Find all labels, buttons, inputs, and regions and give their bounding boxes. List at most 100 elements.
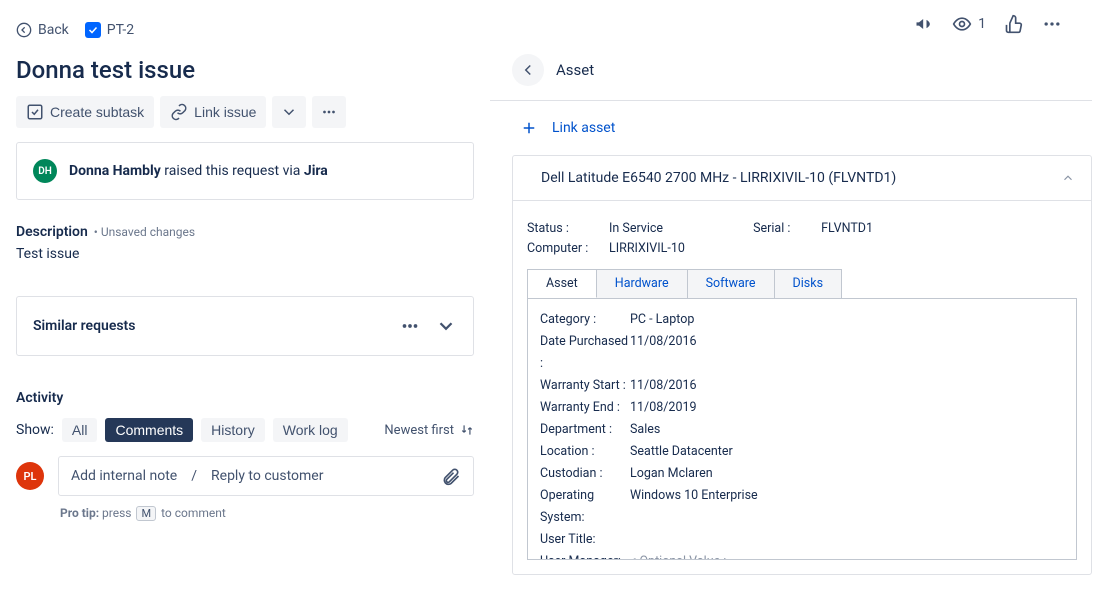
link-issue-button[interactable]: Link issue bbox=[160, 96, 266, 128]
show-label: Show: bbox=[16, 422, 54, 438]
tab-asset[interactable]: Asset bbox=[528, 270, 597, 298]
attachment-icon[interactable] bbox=[441, 466, 461, 486]
link-asset-label: Link asset bbox=[552, 120, 615, 136]
requester-box: DH Donna Hambly raised this request via … bbox=[16, 142, 474, 200]
eye-icon bbox=[952, 14, 972, 34]
comment-input[interactable]: Add internal note / Reply to customer bbox=[58, 456, 474, 496]
watchers-button[interactable]: 1 bbox=[952, 14, 986, 34]
page-title: Donna test issue bbox=[16, 56, 474, 84]
chevron-up-icon bbox=[1061, 171, 1075, 185]
asset-field-row: Operating System:Windows 10 Enterprise bbox=[540, 485, 1064, 529]
dots-icon bbox=[1042, 14, 1062, 34]
sort-button[interactable]: Newest first bbox=[384, 423, 474, 438]
field-key: User Title: bbox=[540, 529, 630, 551]
field-key: Operating System: bbox=[540, 485, 630, 529]
link-issue-dropdown[interactable] bbox=[272, 96, 306, 128]
reply-to-customer[interactable]: Reply to customer bbox=[211, 468, 323, 484]
plus-icon bbox=[520, 119, 538, 137]
filter-comments[interactable]: Comments bbox=[105, 418, 193, 442]
status-key: Status : bbox=[527, 219, 601, 239]
sort-label: Newest first bbox=[384, 423, 454, 438]
filter-history[interactable]: History bbox=[201, 418, 265, 442]
subtask-icon bbox=[26, 103, 44, 121]
arrow-left-icon bbox=[519, 61, 537, 79]
asset-field-row: Warranty Start :11/08/2016 bbox=[540, 375, 1064, 397]
serial-value: FLVNTD1 bbox=[821, 219, 873, 239]
field-key: Category : bbox=[540, 309, 630, 331]
more-actions-button[interactable] bbox=[1042, 14, 1062, 34]
requester-avatar: DH bbox=[33, 159, 57, 183]
protip: Pro tip: press M to comment bbox=[60, 506, 474, 521]
computer-value: LIRRIXIVIL-10 bbox=[609, 239, 685, 259]
status-value: In Service bbox=[609, 219, 663, 239]
toolbar-more-button[interactable] bbox=[312, 96, 346, 128]
asset-field-row: Category :PC - Laptop bbox=[540, 309, 1064, 331]
thumbs-up-icon bbox=[1004, 14, 1024, 34]
asset-head-label: Asset bbox=[556, 61, 594, 79]
field-value: 11/08/2016 bbox=[630, 375, 697, 397]
asset-field-row: User Manager:< Optional Value > bbox=[540, 551, 1064, 559]
similar-requests-panel[interactable]: Similar requests bbox=[16, 296, 474, 356]
requester-text: Donna Hambly raised this request via Jir… bbox=[69, 163, 328, 179]
asset-field-row: Warranty End :11/08/2019 bbox=[540, 397, 1064, 419]
field-value: Seattle Datacenter bbox=[630, 441, 733, 463]
issue-key: PT-2 bbox=[107, 22, 134, 38]
asset-field-row: User Title: bbox=[540, 529, 1064, 551]
field-value: 11/08/2016 bbox=[630, 331, 697, 375]
field-key: Location : bbox=[540, 441, 630, 463]
chevron-down-icon bbox=[280, 103, 298, 121]
field-value: Windows 10 Enterprise bbox=[630, 485, 758, 529]
tab-hardware[interactable]: Hardware bbox=[597, 270, 688, 298]
asset-tabs: Asset Hardware Software Disks bbox=[527, 269, 842, 299]
feedback-button[interactable] bbox=[914, 14, 934, 34]
dots-icon[interactable] bbox=[399, 315, 421, 337]
activity-label: Activity bbox=[16, 390, 474, 406]
similar-label: Similar requests bbox=[33, 318, 135, 334]
create-subtask-label: Create subtask bbox=[50, 104, 144, 120]
field-key: User Manager: bbox=[540, 551, 630, 559]
issue-type-icon bbox=[85, 22, 101, 38]
unsaved-badge: • Unsaved changes bbox=[94, 225, 195, 239]
like-button[interactable] bbox=[1004, 14, 1024, 34]
add-internal-note[interactable]: Add internal note bbox=[71, 468, 177, 484]
asset-title: Dell Latitude E6540 2700 MHz - LIRRIXIVI… bbox=[541, 170, 896, 186]
field-value: Sales bbox=[630, 419, 660, 441]
field-key: Date Purchased : bbox=[540, 331, 630, 375]
field-key: Warranty Start : bbox=[540, 375, 630, 397]
breadcrumb: Back PT-2 bbox=[16, 22, 134, 38]
asset-fields[interactable]: Category :PC - LaptopDate Purchased :11/… bbox=[528, 299, 1076, 559]
dots-icon bbox=[320, 103, 338, 121]
asset-panel-header[interactable]: Dell Latitude E6540 2700 MHz - LIRRIXIVI… bbox=[513, 156, 1091, 201]
field-key: Department : bbox=[540, 419, 630, 441]
field-value: PC - Laptop bbox=[630, 309, 694, 331]
filter-worklog[interactable]: Work log bbox=[273, 418, 348, 442]
separator: / bbox=[191, 468, 197, 484]
issue-key-link[interactable]: PT-2 bbox=[85, 22, 134, 38]
filter-all[interactable]: All bbox=[62, 418, 98, 442]
link-asset-button[interactable]: Link asset bbox=[490, 101, 1092, 155]
asset-panel: Dell Latitude E6540 2700 MHz - LIRRIXIVI… bbox=[512, 155, 1092, 575]
back-button[interactable]: Back bbox=[16, 22, 69, 38]
serial-key: Serial : bbox=[753, 219, 813, 239]
description-text[interactable]: Test issue bbox=[16, 246, 474, 262]
link-icon bbox=[170, 103, 188, 121]
watchers-count: 1 bbox=[978, 16, 986, 32]
create-subtask-button[interactable]: Create subtask bbox=[16, 96, 154, 128]
tab-software[interactable]: Software bbox=[688, 270, 775, 298]
chevron-down-icon[interactable] bbox=[435, 315, 457, 337]
current-user-avatar: PL bbox=[16, 462, 44, 490]
link-issue-label: Link issue bbox=[194, 104, 256, 120]
tab-disks[interactable]: Disks bbox=[775, 270, 841, 298]
asset-field-row: Location :Seattle Datacenter bbox=[540, 441, 1064, 463]
asset-field-row: Date Purchased :11/08/2016 bbox=[540, 331, 1064, 375]
field-key: Warranty End : bbox=[540, 397, 630, 419]
sort-icon bbox=[460, 423, 474, 437]
description-label: Description bbox=[16, 224, 88, 240]
asset-back-button[interactable] bbox=[512, 54, 544, 86]
asset-field-row: Department :Sales bbox=[540, 419, 1064, 441]
arrow-left-icon bbox=[16, 22, 32, 38]
field-value: < Optional Value > bbox=[630, 551, 730, 559]
back-label: Back bbox=[38, 22, 69, 38]
field-value: 11/08/2019 bbox=[630, 397, 697, 419]
asset-field-row: Custodian :Logan Mclaren bbox=[540, 463, 1064, 485]
